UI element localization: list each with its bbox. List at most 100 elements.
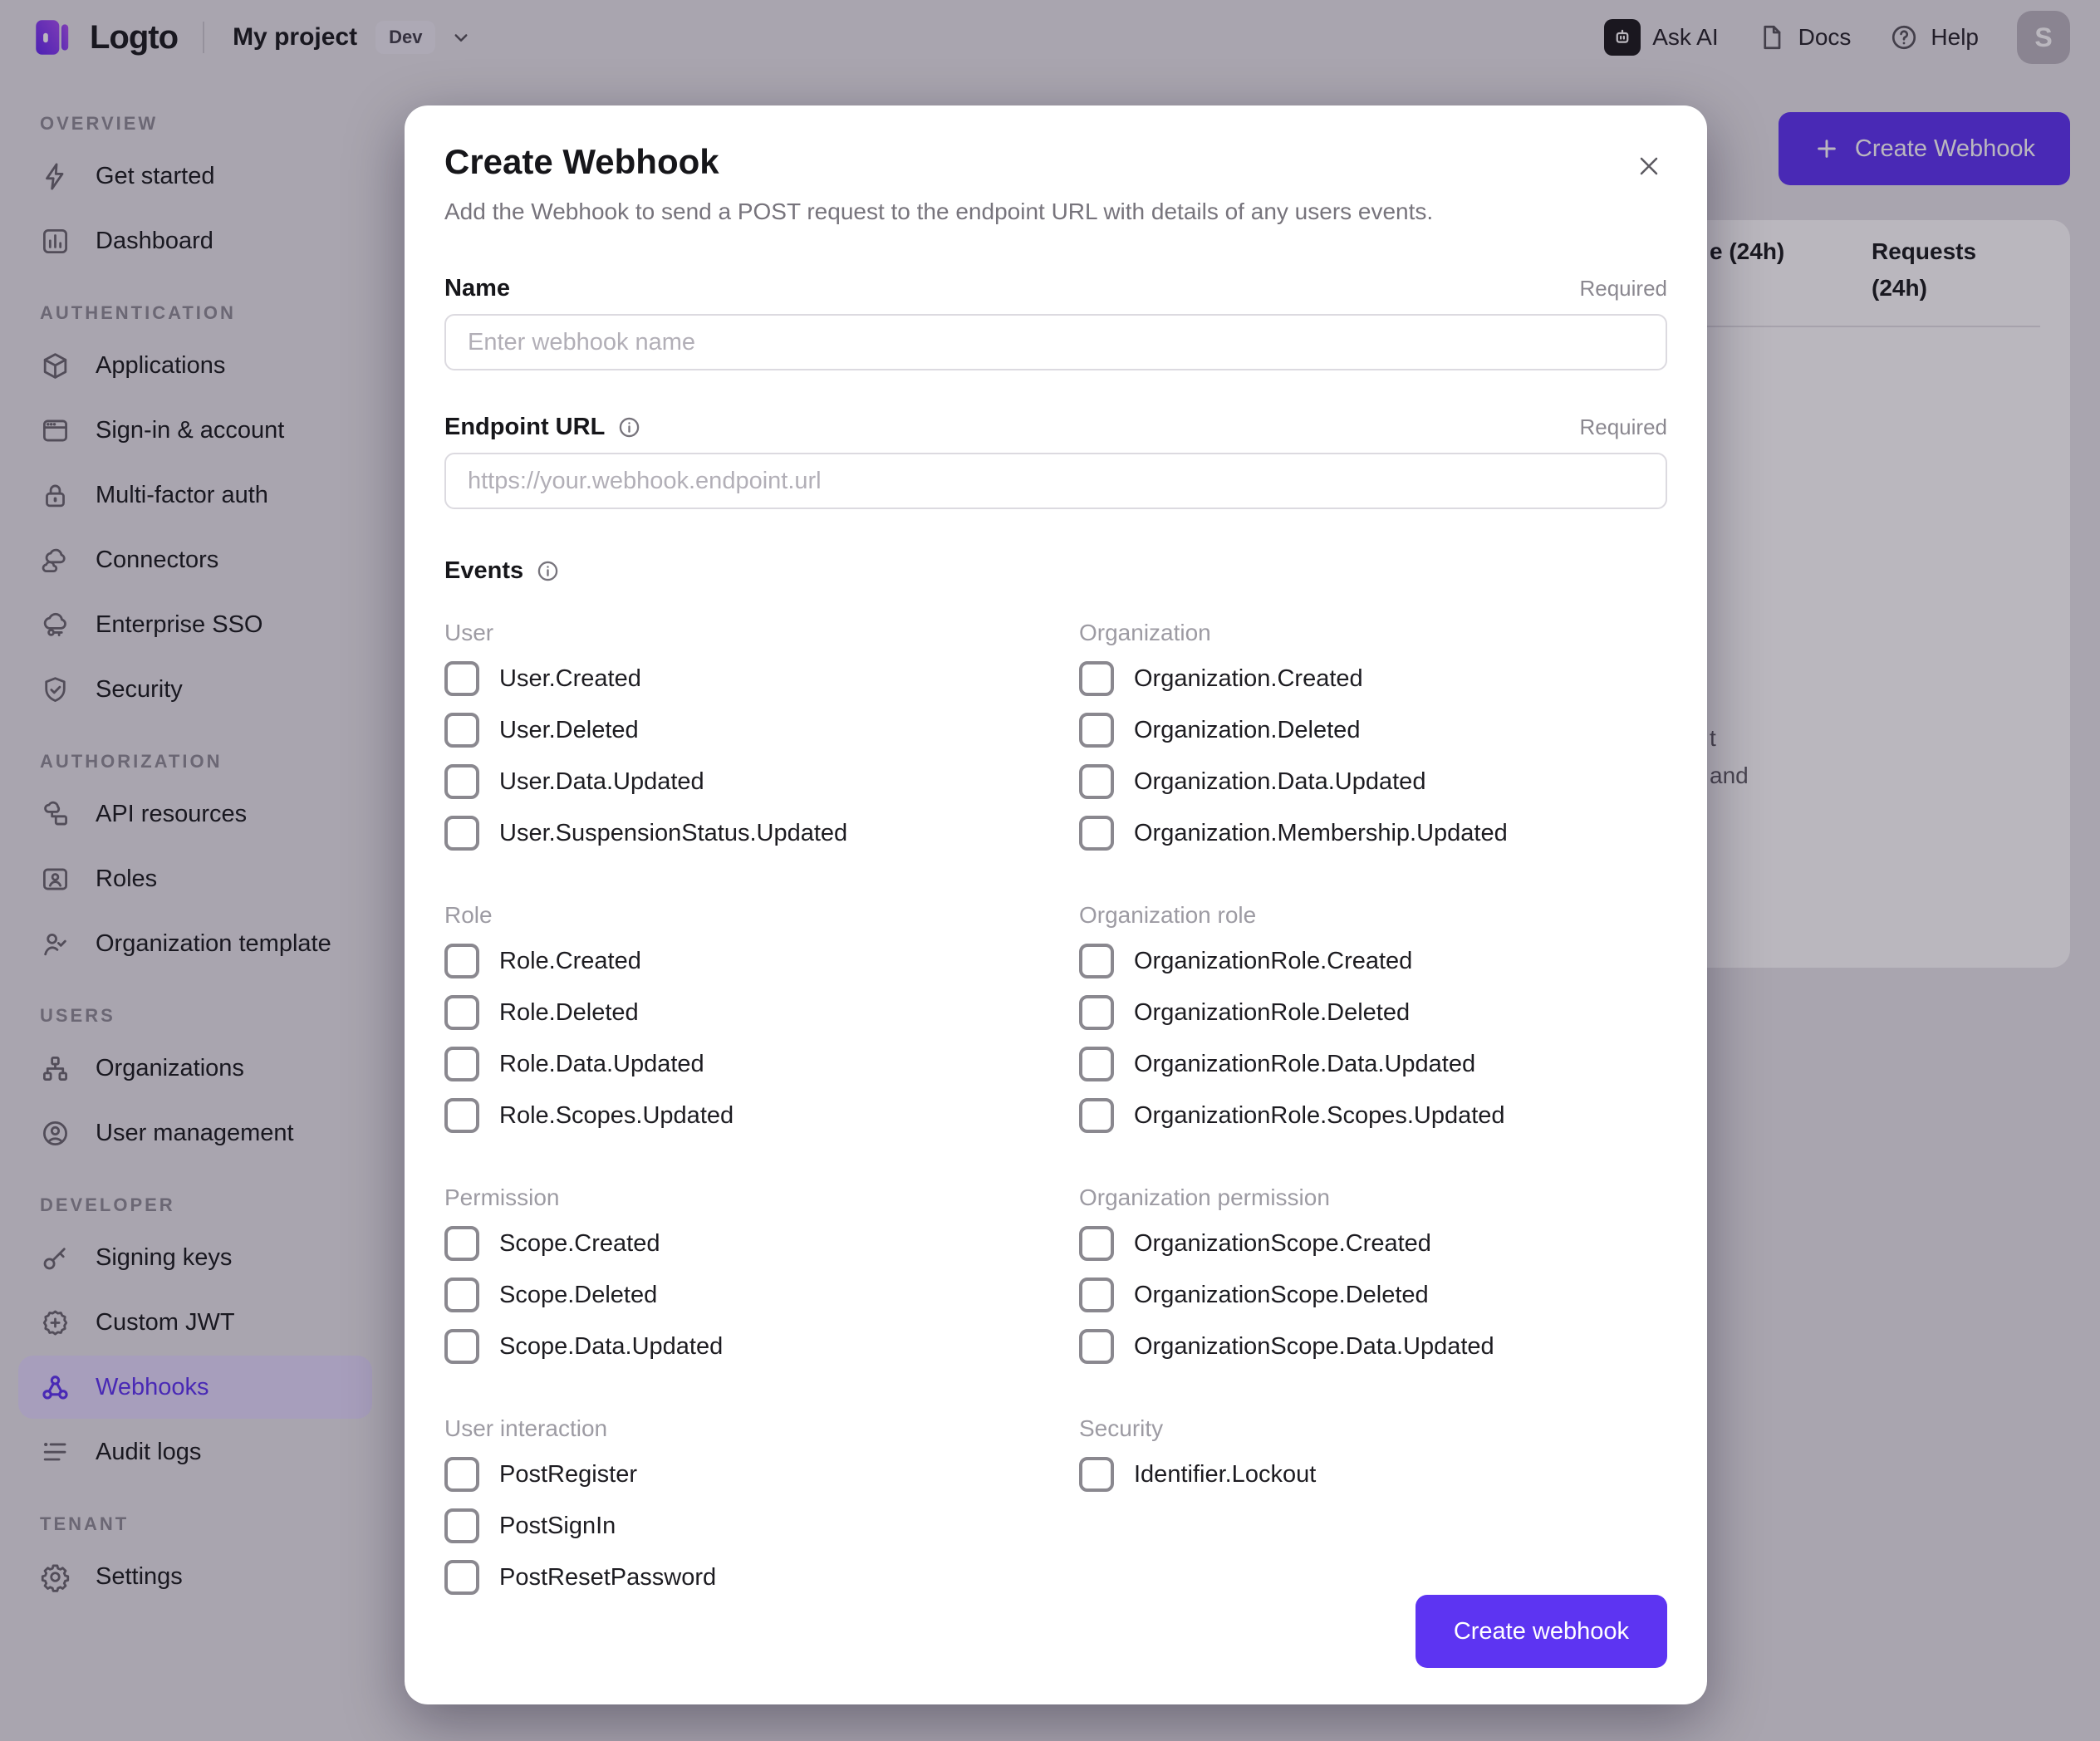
event-option-label: OrganizationRole.Deleted	[1134, 998, 1411, 1026]
event-option-organizationrole-created: OrganizationRole.Created	[1079, 935, 1667, 987]
event-option-postresetpassword: PostResetPassword	[444, 1552, 1033, 1603]
event-group-title: User	[444, 620, 494, 645]
event-group-title: Organization	[1079, 620, 1211, 645]
checkbox-postresetpassword[interactable]	[444, 1560, 479, 1595]
event-option-label: User.Data.Updated	[499, 768, 704, 795]
event-option-label: Identifier.Lockout	[1134, 1460, 1317, 1488]
event-option-label: OrganizationRole.Created	[1134, 947, 1413, 974]
event-option-label: OrganizationScope.Data.Updated	[1134, 1332, 1494, 1360]
event-option-organization-deleted: Organization.Deleted	[1079, 704, 1667, 756]
event-group-security: Security Identifier.Lockout	[1079, 1372, 1667, 1603]
close-icon[interactable]	[1631, 149, 1667, 185]
create-webhook-submit-button[interactable]: Create webhook	[1415, 1595, 1667, 1668]
event-option-label: PostSignIn	[499, 1512, 616, 1539]
event-option-label: User.Deleted	[499, 716, 639, 743]
checkbox-identifier-lockout[interactable]	[1079, 1457, 1114, 1492]
event-option-label: Role.Deleted	[499, 998, 639, 1026]
checkbox-organizationrole-deleted[interactable]	[1079, 995, 1114, 1030]
event-option-label: Scope.Created	[499, 1229, 660, 1257]
checkbox-scope-deleted[interactable]	[444, 1278, 479, 1312]
checkbox-organizationscope-created[interactable]	[1079, 1226, 1114, 1261]
endpoint-label-text: Endpoint URL	[444, 414, 606, 440]
event-group-user: User User.Created User.Deleted User.Data.Up…	[444, 590, 1033, 859]
checkbox-organization-deleted[interactable]	[1079, 713, 1114, 748]
event-option-scope-data-updated: Scope.Data.Updated	[444, 1321, 1033, 1372]
checkbox-role-scopes-updated[interactable]	[444, 1098, 479, 1133]
info-icon[interactable]	[616, 414, 642, 440]
event-group-user-interaction: User interaction PostRegister PostSignIn Po…	[444, 1372, 1033, 1603]
event-option-label: Scope.Deleted	[499, 1281, 658, 1308]
event-option-organizationscope-deleted: OrganizationScope.Deleted	[1079, 1269, 1667, 1321]
event-option-scope-deleted: Scope.Deleted	[444, 1269, 1033, 1321]
event-option-label: User.Created	[499, 665, 641, 692]
event-option-label: OrganizationScope.Created	[1134, 1229, 1431, 1257]
app-root: Logto My project Dev Ask AI Docs Help S …	[0, 0, 2100, 1741]
webhook-name-input[interactable]	[444, 314, 1667, 370]
event-option-identifier-lockout: Identifier.Lockout	[1079, 1449, 1667, 1500]
checkbox-organizationrole-created[interactable]	[1079, 944, 1114, 978]
checkbox-role-created[interactable]	[444, 944, 479, 978]
events-section-label: Events	[444, 557, 1667, 585]
event-option-scope-created: Scope.Created	[444, 1218, 1033, 1269]
name-field-label: Name	[444, 275, 510, 302]
event-group-title: User interaction	[444, 1415, 608, 1441]
event-group-title: Role	[444, 902, 493, 928]
event-group-title: Organization permission	[1079, 1184, 1330, 1210]
checkbox-scope-data-updated[interactable]	[444, 1329, 479, 1364]
event-option-organizationscope-data-updated: OrganizationScope.Data.Updated	[1079, 1321, 1667, 1372]
checkbox-organizationscope-deleted[interactable]	[1079, 1278, 1114, 1312]
modal-subtitle: Add the Webhook to send a POST request t…	[444, 199, 1434, 224]
checkbox-organizationscope-data-updated[interactable]	[1079, 1329, 1114, 1364]
event-option-organizationrole-deleted: OrganizationRole.Deleted	[1079, 987, 1667, 1038]
event-option-label: User.SuspensionStatus.Updated	[499, 819, 848, 846]
event-option-user-created: User.Created	[444, 653, 1033, 704]
event-group-permission: Permission Scope.Created Scope.Deleted Scop…	[444, 1141, 1033, 1372]
event-option-label: Role.Scopes.Updated	[499, 1101, 734, 1129]
event-option-label: Organization.Data.Updated	[1134, 768, 1426, 795]
checkbox-organization-created[interactable]	[1079, 661, 1114, 696]
checkbox-postregister[interactable]	[444, 1457, 479, 1492]
checkbox-organizationrole-scopes-updated[interactable]	[1079, 1098, 1114, 1133]
checkbox-user-deleted[interactable]	[444, 713, 479, 748]
event-option-label: OrganizationRole.Data.Updated	[1134, 1050, 1476, 1077]
endpoint-url-input[interactable]	[444, 453, 1667, 509]
event-group-organization: Organization Organization.Created Organiza…	[1079, 590, 1667, 859]
modal-title: Create Webhook	[444, 142, 719, 181]
event-option-organizationrole-data-updated: OrganizationRole.Data.Updated	[1079, 1038, 1667, 1090]
checkbox-organization-membership-updated[interactable]	[1079, 816, 1114, 851]
checkbox-role-deleted[interactable]	[444, 995, 479, 1030]
event-option-label: Organization.Deleted	[1134, 716, 1361, 743]
checkbox-organization-data-updated[interactable]	[1079, 764, 1114, 799]
endpoint-field-label: Endpoint URL	[444, 414, 642, 441]
modal-footer: Create webhook	[1415, 1595, 1667, 1668]
event-option-user-suspensionstatus-updated: User.SuspensionStatus.Updated	[444, 807, 1033, 859]
event-group-organization-permission: Organization permission OrganizationScope…	[1079, 1141, 1667, 1372]
event-option-organizationrole-scopes-updated: OrganizationRole.Scopes.Updated	[1079, 1090, 1667, 1141]
event-option-postregister: PostRegister	[444, 1449, 1033, 1500]
info-icon[interactable]	[535, 558, 561, 584]
event-option-organization-created: Organization.Created	[1079, 653, 1667, 704]
event-option-label: PostResetPassword	[499, 1563, 717, 1591]
checkbox-user-suspensionstatus-updated[interactable]	[444, 816, 479, 851]
event-option-role-data-updated: Role.Data.Updated	[444, 1038, 1033, 1090]
checkbox-postsignin[interactable]	[444, 1508, 479, 1543]
event-option-role-created: Role.Created	[444, 935, 1033, 987]
event-option-label: PostRegister	[499, 1460, 638, 1488]
events-grid: User User.Created User.Deleted User.Data.Up…	[444, 590, 1667, 1603]
event-option-role-scopes-updated: Role.Scopes.Updated	[444, 1090, 1033, 1141]
checkbox-role-data-updated[interactable]	[444, 1047, 479, 1081]
event-option-label: OrganizationScope.Deleted	[1134, 1281, 1429, 1308]
event-option-user-data-updated: User.Data.Updated	[444, 756, 1033, 807]
checkbox-user-created[interactable]	[444, 661, 479, 696]
event-option-label: Organization.Membership.Updated	[1134, 819, 1508, 846]
checkbox-user-data-updated[interactable]	[444, 764, 479, 799]
event-group-title: Security	[1079, 1415, 1164, 1441]
endpoint-required-tag: Required	[1579, 414, 1667, 439]
event-option-organizationscope-created: OrganizationScope.Created	[1079, 1218, 1667, 1269]
checkbox-organizationrole-data-updated[interactable]	[1079, 1047, 1114, 1081]
event-group-organization-role: Organization role OrganizationRole.Create…	[1079, 859, 1667, 1141]
checkbox-scope-created[interactable]	[444, 1226, 479, 1261]
event-group-title: Permission	[444, 1184, 560, 1210]
event-option-organization-data-updated: Organization.Data.Updated	[1079, 756, 1667, 807]
create-webhook-modal: Create Webhook Add the Webhook to send a…	[405, 105, 1707, 1704]
